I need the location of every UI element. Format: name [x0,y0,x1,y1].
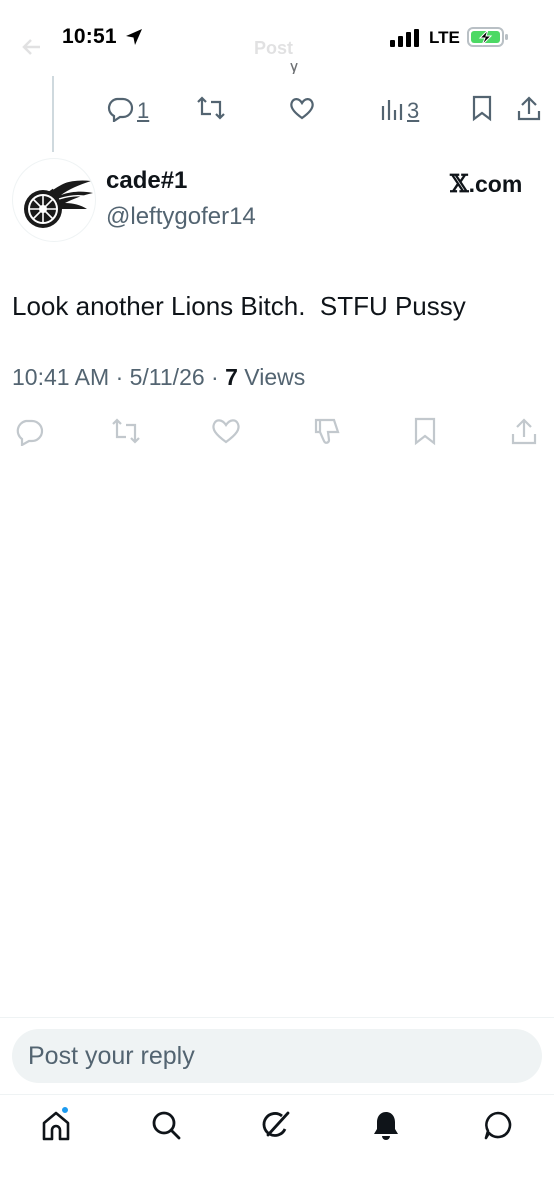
share-icon [516,94,542,127]
notifications-icon[interactable] [370,1109,404,1143]
avatar[interactable] [12,158,96,242]
repost-icon [196,94,226,127]
bookmark-button[interactable] [470,94,494,127]
repost-icon[interactable] [110,416,142,451]
source-link[interactable]: 𝕏 .com [450,169,522,198]
post-text: Look another Lions Bitch. STFU Pussy [12,291,466,321]
grok-icon[interactable] [260,1109,294,1143]
post-header: Post [0,36,554,60]
reply-icon[interactable] [14,416,44,451]
reply-input[interactable]: Post your reply [12,1029,542,1083]
home-icon[interactable] [40,1109,74,1143]
search-icon[interactable] [150,1109,184,1143]
share-button[interactable] [516,94,542,127]
messages-icon[interactable] [482,1109,516,1143]
page-title: Post [254,38,294,58]
previous-post-actions: 1 3 [0,94,554,128]
previous-post-text-tail [288,62,300,74]
bottom-nav [0,1094,554,1200]
share-icon[interactable] [510,416,538,451]
post-timestamp: 10:41 AM · 5/11/26 · [12,364,226,390]
bookmark-icon[interactable] [412,416,438,451]
reply-placeholder: Post your reply [28,1042,195,1070]
repost-button[interactable] [196,94,226,127]
display-name[interactable]: cade#1 [106,167,187,195]
heart-icon [288,94,316,127]
x-logo-icon: 𝕏 [450,169,469,198]
back-arrow-icon[interactable] [20,36,42,63]
views-button[interactable]: 3 [380,94,419,127]
user-handle[interactable]: @leftygofer14 [106,203,256,231]
post-actions [0,416,554,450]
divider [0,1017,554,1018]
reply-count: 1 [137,97,150,123]
reply-button[interactable]: 1 [106,94,149,127]
views-count: 3 [407,97,420,123]
analytics-icon [380,94,404,127]
home-notification-dot [61,1106,69,1114]
reply-icon [106,94,134,127]
dislike-icon[interactable] [310,416,342,451]
post-views-label: Views [237,364,306,390]
heart-icon[interactable] [210,416,242,451]
source-link-text: .com [468,171,523,197]
post-meta: 10:41 AM · 5/11/26 · 7 Views [12,364,305,391]
bookmark-icon [470,94,494,127]
post-views-count: 7 [225,364,238,390]
winged-wheel-logo [24,176,93,228]
like-button[interactable] [288,94,316,127]
